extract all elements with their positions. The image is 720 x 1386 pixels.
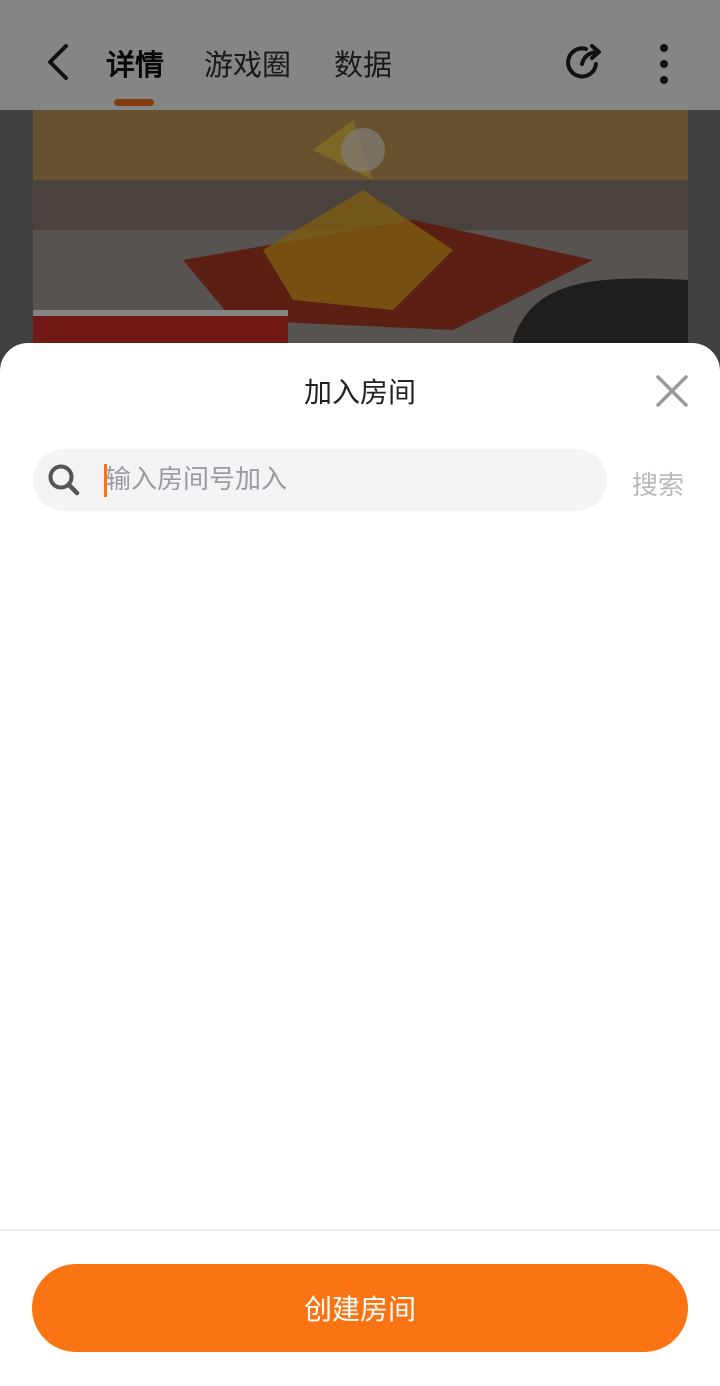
divider — [0, 1229, 720, 1231]
room-number-input[interactable] — [105, 457, 585, 503]
sheet-title: 加入房间 — [303, 376, 416, 409]
search-icon — [48, 464, 80, 496]
join-room-sheet: 加入房间 搜索 创建房间 — [0, 343, 720, 1386]
search-box[interactable] — [33, 449, 607, 511]
search-button[interactable]: 搜索 — [632, 465, 684, 502]
close-icon[interactable] — [654, 373, 690, 409]
create-room-button[interactable]: 创建房间 — [32, 1264, 688, 1352]
